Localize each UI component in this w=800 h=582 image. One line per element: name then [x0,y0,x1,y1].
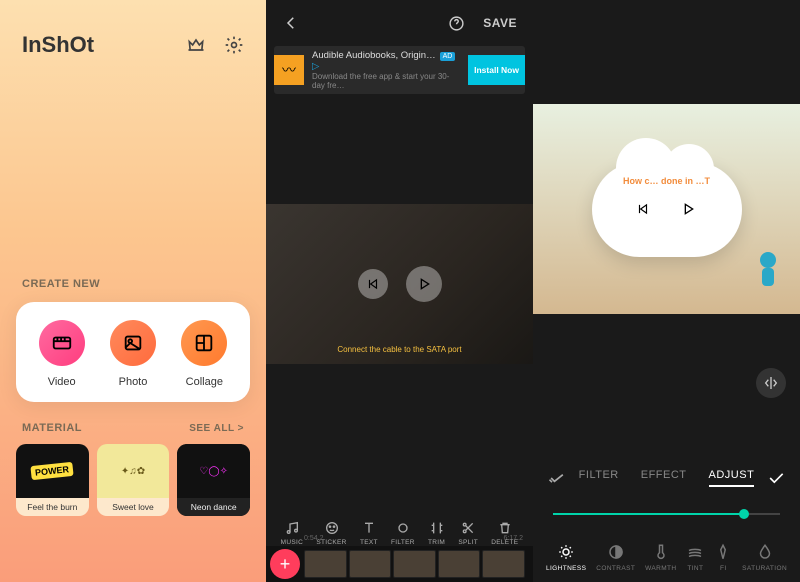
adjust-saturation[interactable]: SATURATION [742,543,787,572]
tab-effect[interactable]: EFFECT [641,469,687,487]
delete-tool[interactable]: DELETE [491,520,518,546]
material-card-neon[interactable]: ♡◯✧ Neon dance [177,444,250,516]
cancel-icon[interactable] [547,468,567,488]
create-photo-button[interactable]: Photo [110,320,156,388]
material-thumb: ✦♫✿ [97,444,170,498]
create-new-label: CREATE NEW [0,278,266,290]
material-title: Sweet love [97,498,170,516]
adjust-options: LIGHTNESS CONTRAST WARMTH TINT FI SATURA… [533,543,800,572]
top-icons [186,35,244,55]
trim-tool[interactable]: TRIM [428,520,445,546]
video-preview[interactable]: Connect the cable to the SATA port [266,204,533,364]
sticker-tool[interactable]: STICKER [316,520,346,546]
material-label: MATERIAL [22,422,82,434]
audible-icon: 〰 [274,55,304,85]
adjust-fi[interactable]: FI [714,543,732,572]
material-title: Neon dance [177,498,250,516]
video-preview[interactable]: How c… done in …T [533,104,800,314]
create-collage-button[interactable]: Collage [181,320,227,388]
adjust-warmth[interactable]: WARMTH [645,543,676,572]
play-button[interactable] [670,191,706,227]
top-right: SAVE [448,15,517,32]
material-header: MATERIAL SEE ALL > [0,422,266,434]
character-graphic [758,252,778,286]
slider-fill [553,513,744,515]
ad-text: Audible Audiobooks, Origin…AD ▷ Download… [304,46,468,94]
video-editor-panel: SAVE 〰 Audible Audiobooks, Origin…AD ▷ D… [266,0,533,582]
split-tool[interactable]: SPLIT [458,520,478,546]
app-logo: InShOt [22,32,94,58]
previous-button[interactable] [358,269,388,299]
collage-icon [181,320,227,366]
tab-adjust[interactable]: ADJUST [709,469,755,487]
tabs-mid: FILTER EFFECT ADJUST [567,469,766,487]
create-video-button[interactable]: Video [39,320,85,388]
install-button[interactable]: Install Now [468,55,525,85]
compare-button[interactable] [756,368,786,398]
clip-thumb[interactable] [349,550,392,578]
timeline[interactable]: + [266,546,533,582]
ad-badge: AD [440,52,456,61]
power-badge: POWER [31,462,74,480]
ad-banner[interactable]: 〰 Audible Audiobooks, Origin…AD ▷ Downlo… [274,46,525,94]
clip-thumb[interactable] [393,550,436,578]
material-card-power[interactable]: POWER Feel the burn [16,444,89,516]
text-tool[interactable]: TEXT [360,520,378,546]
cloud-text: How c… done in …T [623,176,710,186]
video-label: Video [48,376,76,388]
material-row: POWER Feel the burn ✦♫✿ Sweet love ♡◯✧ N… [0,434,266,516]
see-all-button[interactable]: SEE ALL > [189,423,244,434]
save-button[interactable]: SAVE [483,16,517,30]
editor-top-bar: SAVE [266,0,533,46]
clip-thumb[interactable] [438,550,481,578]
adjust-slider[interactable] [553,504,780,524]
photo-icon [110,320,156,366]
slider-track[interactable] [553,513,780,515]
adjust-editor-panel: How c… done in …T FILTER EFFECT ADJUST L… [533,0,800,582]
video-icon [39,320,85,366]
material-title: Feel the burn [16,498,89,516]
ad-title: Audible Audiobooks, Origin… [312,50,436,61]
clip-thumb[interactable] [304,550,347,578]
material-thumb: ♡◯✧ [177,444,250,498]
music-tool[interactable]: MUSIC [281,520,303,546]
top-bar: InShOt [0,0,266,58]
gear-icon[interactable] [224,35,244,55]
photo-label: Photo [119,376,148,388]
video-caption: Connect the cable to the SATA port [266,345,533,354]
clip-thumb[interactable] [482,550,525,578]
add-clip-button[interactable]: + [270,549,300,579]
adjust-tabs: FILTER EFFECT ADJUST [533,468,800,488]
help-icon[interactable] [448,15,465,32]
back-arrow-icon[interactable] [282,14,300,32]
create-new-section: CREATE NEW Video Photo Collage [0,278,266,402]
adjust-lightness[interactable]: LIGHTNESS [546,543,586,572]
slider-thumb[interactable] [739,509,749,519]
clips-row[interactable] [304,550,533,578]
play-button[interactable] [406,266,442,302]
create-card: Video Photo Collage [16,302,250,402]
tab-filter[interactable]: FILTER [579,469,619,487]
inshot-home-panel: InShOt CREATE NEW Video Photo Collage MA… [0,0,266,582]
edit-toolbar: MUSIC STICKER TEXT FILTER TRIM SPLIT DEL… [266,520,533,546]
filter-tool[interactable]: FILTER [391,520,415,546]
material-thumb: POWER [16,444,89,498]
ad-subtitle: Download the free app & start your 30-da… [312,72,460,90]
material-card-sweetlove[interactable]: ✦♫✿ Sweet love [97,444,170,516]
confirm-icon[interactable] [766,468,786,488]
collage-label: Collage [186,376,223,388]
adjust-tint[interactable]: TINT [686,543,704,572]
adjust-contrast[interactable]: CONTRAST [596,543,635,572]
cloud-graphic: How c… done in …T [592,162,742,257]
crown-icon[interactable] [186,35,206,55]
previous-button[interactable] [628,194,658,224]
